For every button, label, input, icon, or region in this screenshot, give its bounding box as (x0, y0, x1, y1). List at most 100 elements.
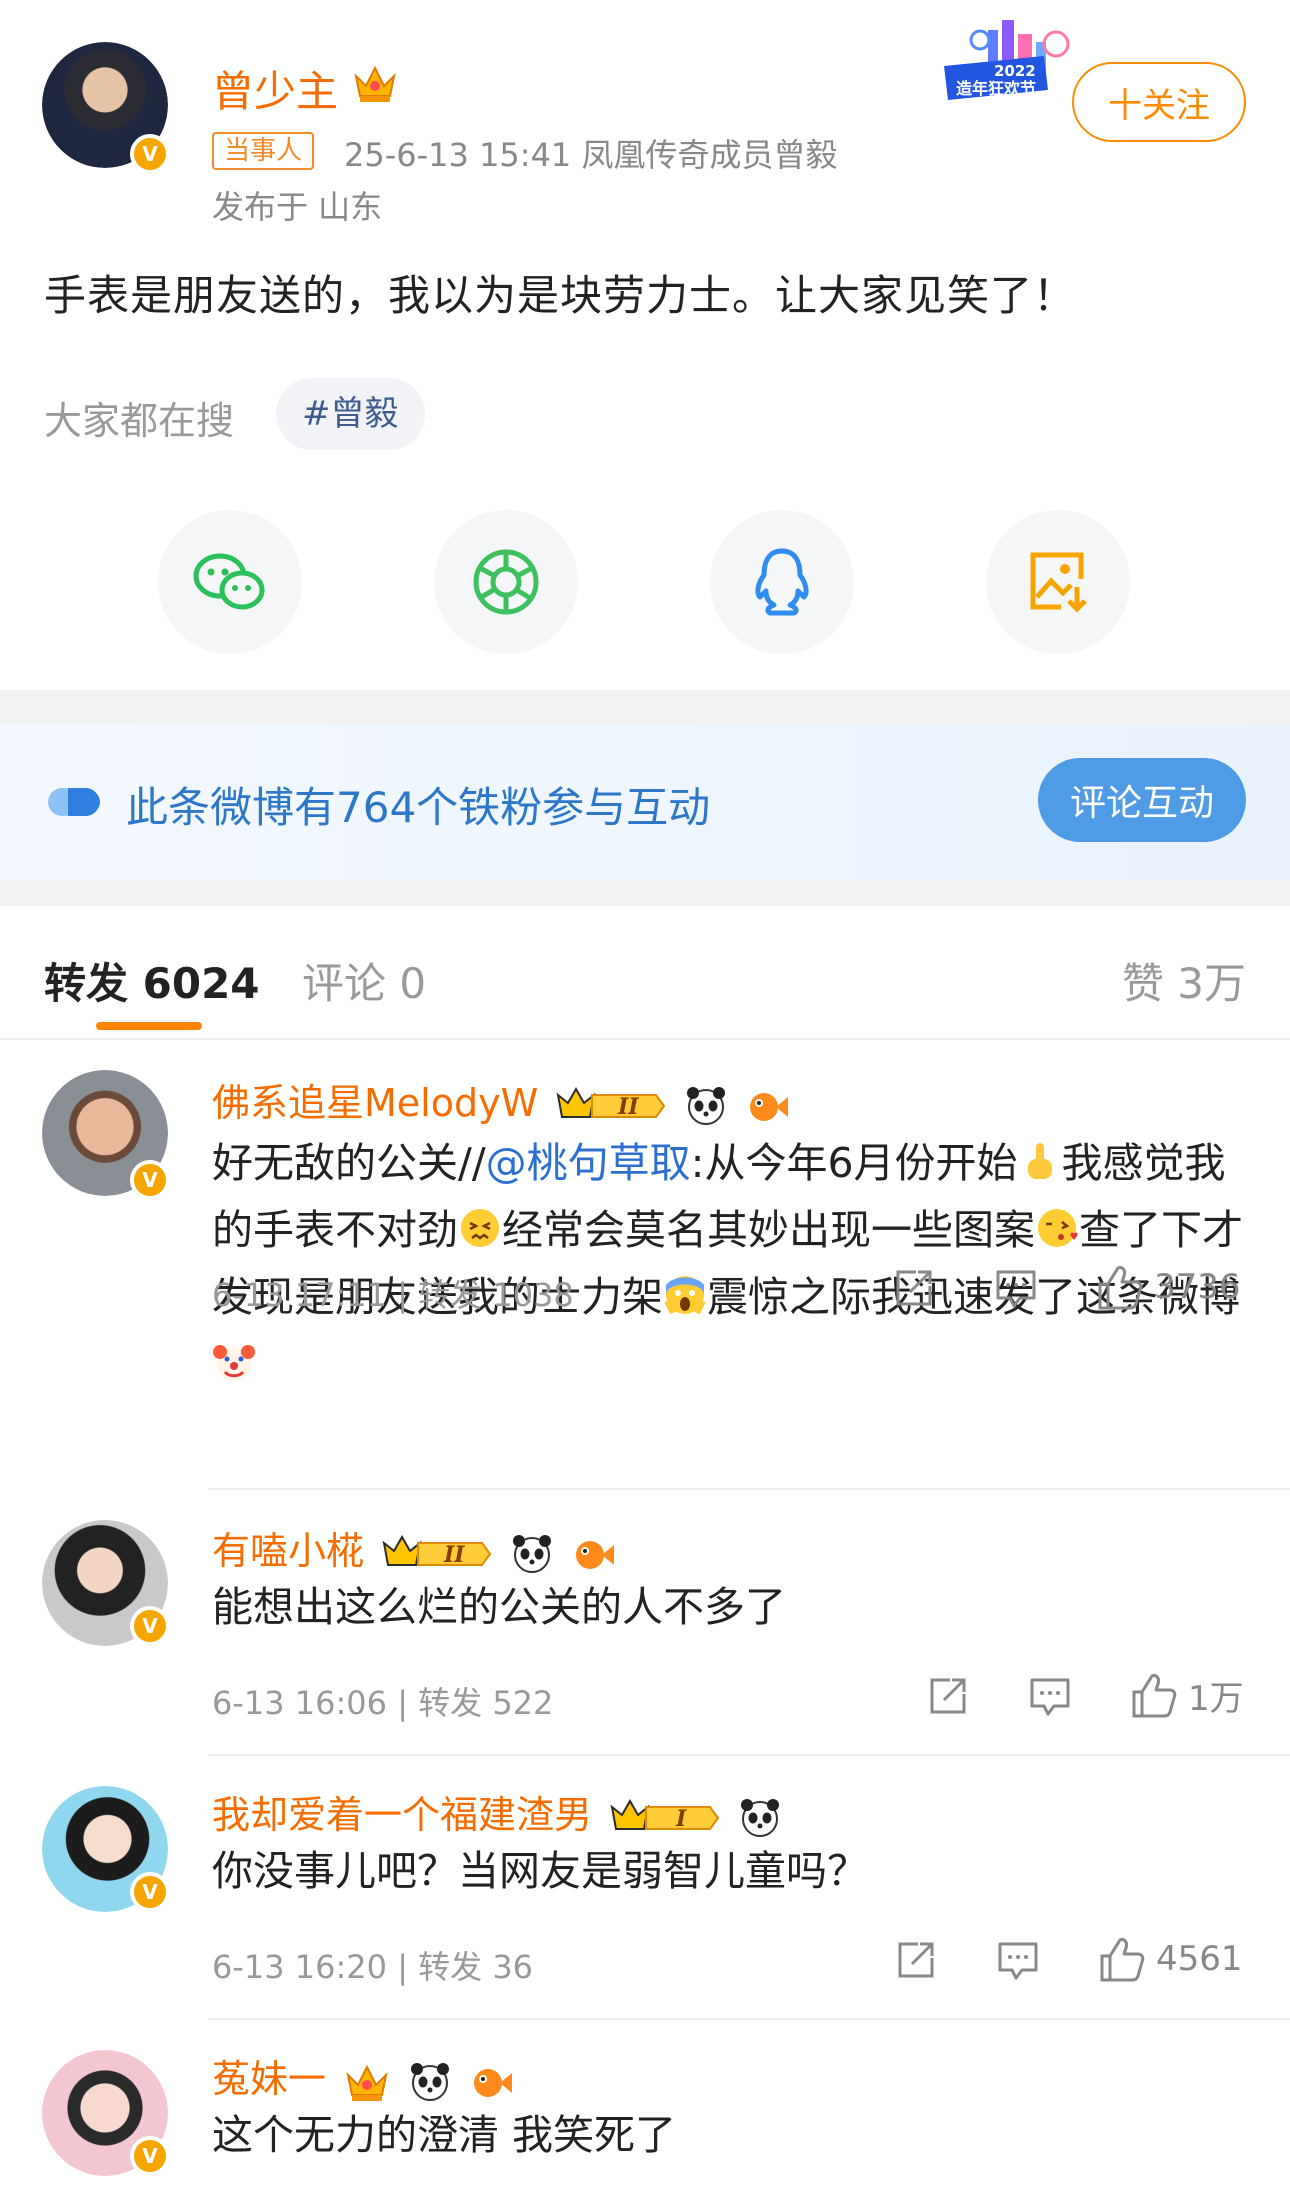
comment-action-button[interactable] (996, 1938, 1040, 1982)
tab-comments[interactable]: 评论 0 (302, 950, 426, 1011)
post-meta: 25-6-13 15:41 凤凰传奇成员曾毅 (344, 136, 838, 174)
trending-search-label: 大家都在搜 (44, 399, 235, 443)
comment-icon (1030, 1678, 1070, 1716)
share-moments-button[interactable] (434, 510, 578, 654)
comment-text: 你没事儿吧？当网友是弱智儿童吗？ (212, 1847, 868, 1895)
thumbs-up-icon (1098, 1266, 1143, 1310)
share-icon (896, 1270, 932, 1306)
verified-badge-icon: V (130, 134, 170, 174)
commenter-name[interactable]: 菟妹一 (212, 2048, 514, 2103)
share-icon (898, 1942, 934, 1978)
screaming-emoji-icon (664, 1276, 706, 1315)
comment-icon (998, 1942, 1038, 1980)
comment-text-part: 好无敌的公关// (212, 1139, 486, 1187)
commenter-name-text: 有嗑小椛 (212, 1529, 365, 1573)
verified-badge-icon: V (130, 1606, 170, 1646)
like-action-button[interactable]: 3736 (1094, 1262, 1241, 1312)
svg-text:II: II (617, 1094, 639, 1120)
comment-text-part: 经常会莫名其妙出现一些图案 (502, 1206, 1035, 1254)
repost-action-button[interactable] (926, 1674, 970, 1718)
vip-level-badge-icon: II (556, 1086, 666, 1120)
thumbs-up-icon (1132, 1674, 1177, 1718)
repost-item: V 佛系追星MelodyW II 好无敌的公关//@桃句草取:从今年6月份开始我… (0, 1040, 1290, 1490)
verified-badge-icon: V (130, 2136, 170, 2176)
fan-interaction-text: 此条微博有764个铁粉参与互动 (126, 783, 711, 832)
commenter-name-text: 佛系追星MelodyW (212, 1081, 539, 1125)
share-icon (930, 1678, 966, 1714)
commenter-name[interactable]: 我却爱着一个福建渣男 I (212, 1784, 782, 1839)
mention-link[interactable]: @桃句草取 (486, 1139, 691, 1187)
repost-action-button[interactable] (892, 1266, 936, 1310)
post-tabs: 转发 6024 评论 0 赞 3万 (0, 906, 1290, 1040)
comment-action-button[interactable] (1028, 1674, 1072, 1718)
repost-item: V 菟妹一 这个无力的澄清 我笑死了 (0, 2020, 1290, 2196)
section-divider (0, 880, 1290, 906)
party-tag: 当事人 (212, 132, 315, 170)
kiss-emoji-icon (1038, 1209, 1078, 1247)
commenter-name-text: 菟妹一 (212, 2057, 327, 2101)
event-title: 造年狂欢节 (956, 79, 1036, 98)
vip-level-badge-icon: I (610, 1798, 720, 1832)
comment-meta: 6-13 17:11 | 转发 1038 (212, 1276, 574, 1314)
comment-text: 能想出这么烂的公关的人不多了 (212, 1583, 786, 1631)
active-tab-indicator (96, 1022, 202, 1030)
comment-divider (208, 1488, 1290, 1490)
post-location: 发布于 山东 (212, 188, 383, 226)
trending-search-chip[interactable]: #曾毅 (276, 378, 425, 450)
clown-emoji-icon (213, 1345, 255, 1381)
verified-badge-icon: V (130, 1872, 170, 1912)
tab-likes[interactable]: 赞 3万 (1122, 950, 1246, 1011)
fish-icon (474, 2068, 513, 2097)
comment-icon (996, 1270, 1036, 1308)
tab-repost[interactable]: 转发 6024 (44, 950, 260, 1011)
fish-icon (576, 1540, 615, 1569)
comment-text: 这个无力的澄清 我笑死了 (212, 2111, 677, 2159)
like-action-button[interactable]: 1万 (1128, 1670, 1244, 1720)
follow-button[interactable]: 十关注 (1072, 62, 1246, 142)
like-count: 4561 (1156, 1939, 1243, 1979)
repost-item: V 有嗑小椛 II 能想出这么烂的公关的人不多了 6-13 16:06 | 转发… (0, 1492, 1290, 1756)
fan-interaction-banner: 此条微博有764个铁粉参与互动 评论互动 (0, 724, 1290, 880)
comment-text-part: :从今年6月份开始 (690, 1139, 1018, 1187)
comment-action-button[interactable] (994, 1266, 1038, 1310)
repost-item: V 我却爱着一个福建渣男 I 你没事儿吧？当网友是弱智儿童吗？ 6-13 16:… (0, 1756, 1290, 2020)
svg-text:I: I (675, 1806, 687, 1832)
moments-icon (473, 549, 539, 615)
panda-icon (741, 1798, 780, 1837)
qq-icon (755, 548, 809, 616)
like-action-button[interactable]: 4561 (1096, 1934, 1243, 1984)
save-image-button[interactable] (986, 510, 1130, 654)
crown-icon (354, 65, 396, 102)
thumbs-up-icon (1100, 1938, 1145, 1982)
panda-icon (687, 1086, 726, 1125)
comment-meta: 6-13 16:06 | 转发 522 (212, 1684, 554, 1722)
commenter-name[interactable]: 佛系追星MelodyW II (212, 1072, 790, 1127)
vip-level-badge-icon: II (382, 1534, 492, 1568)
author-name[interactable]: 曾少主 (212, 58, 338, 119)
verified-badge-icon: V (130, 1160, 170, 1200)
post-text: 手表是朋友送的，我以为是块劳力士。让大家见笑了！ (44, 271, 1077, 320)
repost-action-button[interactable] (894, 1938, 938, 1982)
fan-toggle-icon (48, 788, 100, 816)
commenter-name[interactable]: 有嗑小椛 II (212, 1520, 616, 1575)
panda-icon (513, 1534, 552, 1573)
event-year: 2022 (994, 62, 1036, 80)
fish-icon (750, 1092, 789, 1121)
share-qq-button[interactable] (710, 510, 854, 654)
share-wechat-button[interactable] (158, 510, 302, 654)
post-card: V 曾少主 当事人 25-6-13 15:41 凤凰传奇成员曾毅 发布于 山东 … (0, 0, 1290, 690)
save-image-icon (1030, 552, 1087, 613)
like-count: 3736 (1154, 1267, 1241, 1307)
section-divider (0, 690, 1290, 724)
commenter-name-text: 我却爱着一个福建渣男 (212, 1793, 593, 1837)
event-badge-icon[interactable]: 2022 造年狂欢节 (940, 20, 1080, 120)
frustrated-emoji-icon (461, 1209, 499, 1247)
like-count: 1万 (1188, 1678, 1244, 1719)
comment-interaction-button[interactable]: 评论互动 (1038, 758, 1246, 842)
pointing-up-emoji-icon (1027, 1143, 1052, 1179)
share-row (0, 510, 1290, 654)
panda-icon (411, 2062, 450, 2101)
crown-icon (346, 2064, 388, 2101)
comment-meta: 6-13 16:20 | 转发 36 (212, 1948, 534, 1986)
svg-text:II: II (443, 1542, 465, 1568)
